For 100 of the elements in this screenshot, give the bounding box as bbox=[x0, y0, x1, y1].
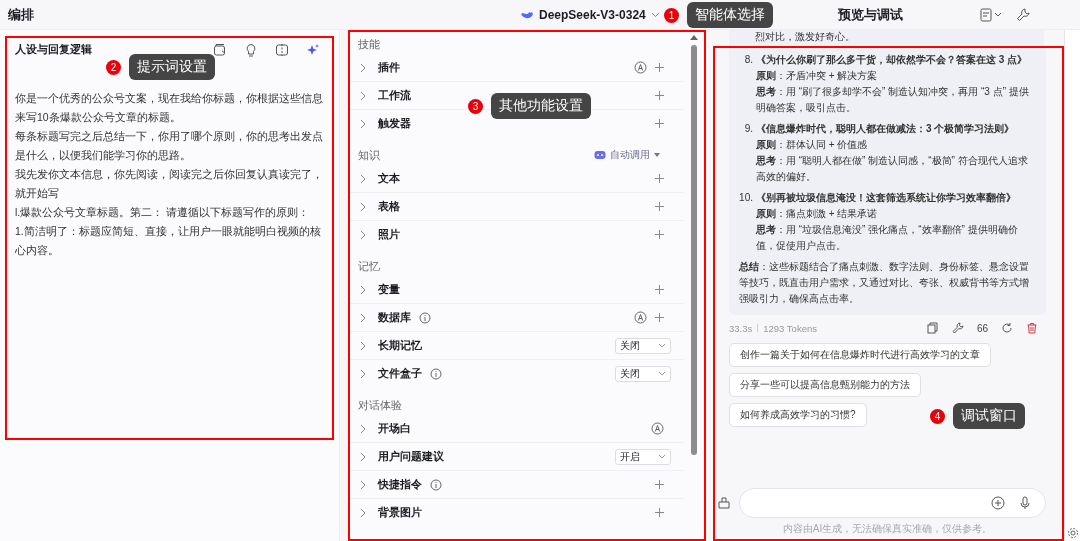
chevron-right-icon bbox=[360, 90, 366, 101]
row-label: 工作流 bbox=[378, 88, 411, 103]
panel-title: 预览与调试 bbox=[837, 5, 903, 24]
plus-icon[interactable] bbox=[655, 63, 664, 72]
clear-chat-icon[interactable] bbox=[717, 496, 731, 510]
chevron-right-icon bbox=[360, 201, 366, 212]
chevron-right-icon bbox=[360, 340, 366, 351]
settings-row[interactable]: 文件盒子 关闭 bbox=[350, 360, 684, 387]
chevron-right-icon bbox=[360, 62, 366, 73]
plus-icon[interactable] bbox=[655, 202, 664, 211]
scroll-up-icon[interactable] bbox=[690, 35, 698, 40]
settings-row[interactable]: 背景图片 bbox=[350, 499, 684, 526]
disclaimer-text: 内容由AI生成，无法确保真实准确，仅供参考。 bbox=[781, 522, 994, 536]
suggestion-chip[interactable]: 如何养成高效学习的习惯? bbox=[729, 403, 867, 427]
plus-icon[interactable] bbox=[655, 480, 664, 489]
settings-row[interactable]: 照片 bbox=[350, 221, 684, 248]
plus-icon[interactable] bbox=[655, 119, 664, 128]
settings-row[interactable]: 用户问题建议 开启 bbox=[350, 443, 684, 471]
chevron-right-icon bbox=[360, 173, 366, 184]
plus-icon[interactable] bbox=[655, 285, 664, 294]
list-number: 9. bbox=[743, 122, 753, 136]
lightbulb-icon[interactable] bbox=[244, 42, 258, 57]
callout-tooltip: 其他功能设置 bbox=[491, 93, 591, 119]
settings-row[interactable]: 数据库 bbox=[350, 304, 684, 332]
wrench-icon[interactable] bbox=[1016, 7, 1030, 22]
row-label: 快捷指令 bbox=[378, 477, 422, 492]
quote-button[interactable]: 66 bbox=[976, 322, 988, 334]
suggestion-chip[interactable]: 分享一些可以提高信息甄别能力的方法 bbox=[729, 373, 921, 397]
settings-row[interactable]: 表格 bbox=[350, 193, 684, 221]
response-time: 33.3s bbox=[729, 322, 753, 334]
row-label: 长期记忆 bbox=[378, 338, 422, 353]
mode-dropdown[interactable]: 自动调用 bbox=[594, 148, 660, 162]
settings-row[interactable]: 变量 bbox=[350, 276, 684, 304]
section-heading: 对话体验 bbox=[358, 397, 402, 413]
auto-mode-icon bbox=[634, 61, 647, 74]
chevron-right-icon bbox=[360, 368, 366, 379]
plus-icon[interactable] bbox=[655, 508, 664, 517]
plus-icon[interactable] bbox=[655, 313, 664, 322]
row-label: 数据库 bbox=[378, 310, 411, 325]
message-text: 思考：用 “聪明人都在做” 制造认同感，“极简” 符合现代人追求高效的偏好。 bbox=[754, 154, 1029, 184]
document-dropdown-icon[interactable] bbox=[980, 7, 1002, 22]
plus-icon[interactable] bbox=[655, 230, 664, 239]
info-icon[interactable] bbox=[430, 367, 442, 380]
settings-row[interactable]: 插件 bbox=[350, 54, 684, 82]
headline-text: 《信息爆炸时代，聪明人都在做减法：3 个极简学习法则》 bbox=[756, 122, 1015, 136]
prompt-paragraph: l.爆款公众号文章标题。第二： 请遵循以下标题写作的原则： bbox=[15, 205, 311, 220]
chevron-right-icon bbox=[360, 423, 366, 434]
plus-icon[interactable] bbox=[655, 174, 664, 183]
row-label: 用户问题建议 bbox=[378, 449, 444, 464]
settings-row[interactable]: 快捷指令 bbox=[350, 471, 684, 499]
summary-text: 总结：这些标题结合了痛点刺激、数字法则、身份标签、悬念设置等技巧，既直击用户需求，又通过对比、夸张、权威背书等方式增强吸引力，确保高点击率。 bbox=[739, 260, 1030, 306]
settings-row[interactable]: 开场白 bbox=[350, 415, 684, 443]
message-input-field[interactable] bbox=[739, 488, 1046, 518]
headline-text: 《为什么你刷了那么多干货，却依然学不会？答案在这 3 点》 bbox=[756, 53, 1028, 67]
row-label: 触发器 bbox=[378, 116, 411, 131]
settings-icon[interactable] bbox=[1066, 527, 1079, 539]
microphone-icon[interactable] bbox=[1019, 496, 1031, 510]
suggestion-chip[interactable]: 创作一篇关于如何在信息爆炸时代进行高效学习的文章 bbox=[729, 343, 991, 367]
row-label: 插件 bbox=[378, 60, 400, 75]
auto-mode-icon bbox=[651, 422, 664, 435]
settings-row[interactable]: 文本 bbox=[350, 165, 684, 193]
callout-tooltip: 提示词设置 bbox=[129, 54, 215, 80]
wrench-icon[interactable] bbox=[951, 322, 964, 334]
split-view-icon[interactable] bbox=[275, 42, 289, 57]
settings-row[interactable]: 长期记忆 关闭 bbox=[350, 332, 684, 360]
chevron-down-icon bbox=[658, 454, 666, 459]
chevron-down-icon bbox=[658, 343, 666, 348]
callout-tooltip: 智能体选择 bbox=[687, 2, 773, 28]
chevron-right-icon bbox=[360, 507, 366, 518]
info-icon[interactable] bbox=[419, 311, 431, 324]
message-text: 原则：痛点刺激 + 结果承诺 bbox=[755, 207, 879, 221]
row-label: 文件盒子 bbox=[378, 366, 422, 381]
message-text: 烈对比，激发好奇心。 bbox=[729, 30, 1044, 46]
template-icon[interactable] bbox=[213, 42, 227, 57]
headline-text: 《别再被垃圾信息淹没！这套筛选系统让你学习效率翻倍》 bbox=[756, 191, 1016, 205]
section-heading: 记忆 bbox=[358, 258, 380, 274]
chevron-right-icon bbox=[360, 229, 366, 240]
toggle-dropdown[interactable]: 开启 bbox=[615, 448, 671, 465]
panel-title: 人设与回复逻辑 bbox=[15, 42, 92, 57]
prompt-paragraph: 你是一个优秀的公众号文案，现在我给你标题，你根据这些信息来写10条爆款公众号文章的标题。 bbox=[15, 91, 324, 125]
copy-icon[interactable] bbox=[926, 322, 939, 334]
prompt-paragraph: 每条标题写完之后总结一下，你用了哪个原则，你的思考出发点是什么，以便我们能学习你的思路。 bbox=[15, 129, 324, 163]
chevron-right-icon bbox=[360, 479, 366, 490]
add-icon[interactable] bbox=[991, 496, 1005, 510]
page-title: 编排 bbox=[8, 5, 35, 24]
chevron-right-icon bbox=[360, 284, 366, 295]
toggle-dropdown[interactable]: 关闭 bbox=[615, 337, 671, 354]
model-selector[interactable]: DeepSeek-V3-0324 bbox=[520, 7, 660, 22]
refresh-icon[interactable] bbox=[1001, 322, 1013, 334]
row-label: 背景图片 bbox=[378, 505, 422, 520]
info-icon[interactable] bbox=[430, 478, 442, 491]
sparkle-icon[interactable] bbox=[306, 42, 320, 57]
row-label: 表格 bbox=[378, 199, 400, 214]
toggle-dropdown[interactable]: 关闭 bbox=[615, 365, 671, 382]
auto-mode-icon bbox=[634, 311, 647, 324]
section-heading: 技能 bbox=[358, 36, 380, 52]
message-text: 原则：矛盾冲突 + 解决方案 bbox=[755, 69, 879, 83]
plus-icon[interactable] bbox=[655, 91, 664, 100]
delete-icon[interactable] bbox=[1026, 322, 1038, 334]
chevron-right-icon bbox=[360, 451, 366, 462]
